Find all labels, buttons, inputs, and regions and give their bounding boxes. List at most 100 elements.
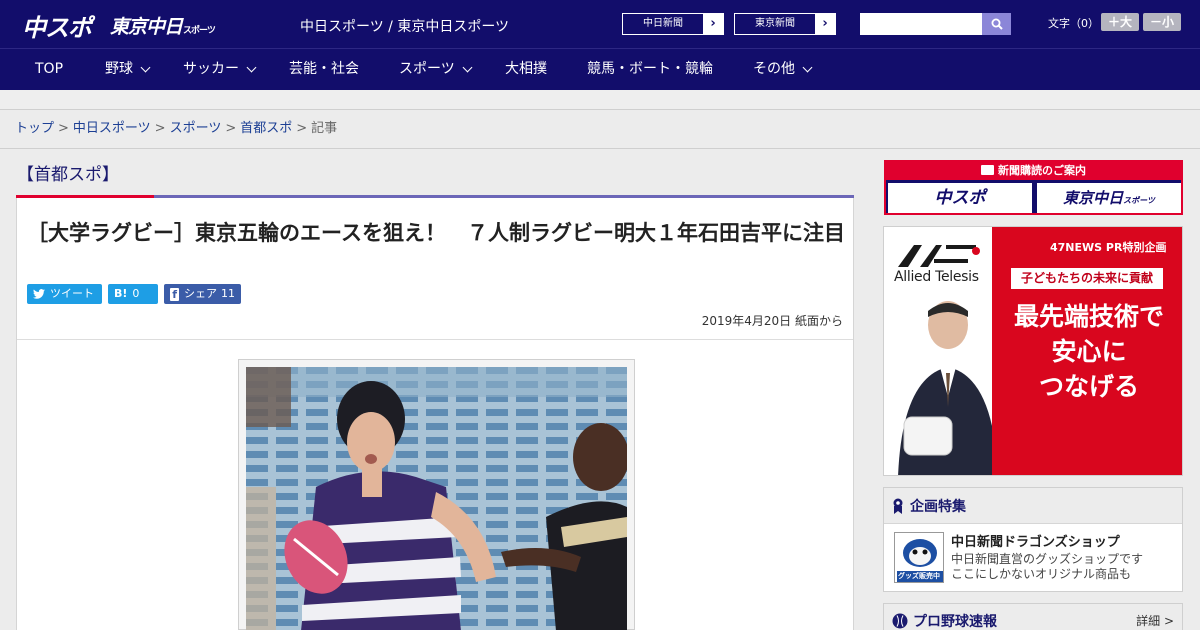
- site-header: 中スポ 東京中日スポーツ 中日スポーツ / 東京中日スポーツ 中日新聞 › 東京…: [0, 0, 1200, 48]
- dragons-shop-description-line: ここにしかないオリジナル商品も: [951, 567, 1132, 581]
- subscribe-tokyo-chunichi-suffix: スポーツ: [1123, 196, 1155, 205]
- nav-item-label: スポーツ: [399, 61, 455, 77]
- feature-box: 企画特集 グッズ販売中 中日新聞ドラゴンズショップ 中日新聞直営のグッズショップ…: [883, 487, 1183, 592]
- breadcrumb-sports[interactable]: スポーツ: [170, 121, 222, 136]
- search-icon: [991, 18, 1003, 30]
- subscribe-tokyo-chunichi-label: 東京中日: [1063, 189, 1124, 207]
- tokyo-chunichi-logo-suffix: スポーツ: [183, 26, 216, 36]
- ad-headline-line: つなげる: [1038, 372, 1139, 401]
- tweet-label: ツイート: [50, 287, 94, 300]
- nav-item-label: 芸能・社会: [289, 61, 359, 77]
- header-spacer: [0, 90, 1200, 110]
- breadcrumb-current: 記事: [311, 121, 338, 136]
- subscribe-tokyo-chunichi-button[interactable]: 東京中日スポーツ: [1037, 183, 1181, 213]
- article: ［大学ラグビー］東京五輪のエースを狙え！ ７人制ラグビー明大１年石田吉平に注目 …: [16, 198, 854, 630]
- hatena-count: 0: [132, 287, 140, 300]
- dragons-shop-description-line: 中日新聞直営のグッズショップです: [951, 552, 1144, 566]
- facebook-share-count: 11: [221, 287, 235, 300]
- nav-item-sports[interactable]: スポーツ: [399, 49, 473, 90]
- chevron-right-icon: ›: [815, 14, 835, 34]
- nav-item-sumo[interactable]: 大相撲: [505, 49, 547, 90]
- ad-headline: 最先端技術で 安心に つなげる: [996, 299, 1182, 404]
- nav-item-racing[interactable]: 競馬・ボート・競輪: [587, 49, 713, 90]
- tokyo-chunichi-logo[interactable]: 東京中日スポーツ: [110, 12, 216, 39]
- baseball-scores-detail-link[interactable]: 詳細 >: [1136, 612, 1174, 629]
- dragons-shop-title[interactable]: 中日新聞ドラゴンズショップ: [951, 531, 1120, 550]
- search-button[interactable]: [982, 13, 1011, 35]
- nav-item-label: 野球: [105, 61, 133, 77]
- ad-subheading: 子どもたちの未来に貢献: [1011, 268, 1163, 289]
- nav-item-label: その他: [753, 61, 795, 77]
- font-size-label: 文字（0）: [1048, 17, 1099, 30]
- subscription-heading: 新聞購読のご案内: [886, 162, 1181, 180]
- chevron-down-icon: [140, 62, 151, 73]
- chunichi-shimbun-label: 中日新聞: [643, 18, 683, 29]
- nav-item-label: 競馬・ボート・競輪: [587, 61, 713, 77]
- article-date: 2019年4月20日 紙面から: [701, 314, 843, 328]
- ad-headline-line: 最先端技術で: [1013, 302, 1164, 331]
- chevron-down-icon: [246, 62, 257, 73]
- article-photo[interactable]: [246, 367, 627, 630]
- subscribe-chuspo-button[interactable]: 中スポ: [888, 183, 1032, 213]
- baseball-scores-box: プロ野球速報 詳細 >: [883, 603, 1183, 630]
- dragons-shop-thumb-label: グッズ販売中: [898, 572, 940, 580]
- breadcrumb-separator: >: [154, 121, 166, 136]
- ad-left-panel: Allied Telesis: [884, 227, 992, 475]
- breadcrumb-separator: >: [225, 121, 237, 136]
- article-divider: [17, 339, 853, 340]
- breadcrumb-separator: >: [58, 121, 69, 136]
- facebook-share-label: シェア: [184, 287, 217, 300]
- site-name: 中日スポーツ / 東京中日スポーツ: [300, 19, 510, 35]
- tokyo-shimbun-link[interactable]: 東京新聞 ›: [734, 13, 836, 35]
- search-input[interactable]: [860, 13, 982, 35]
- breadcrumb-shuto-spo[interactable]: 首都スポ: [240, 121, 292, 136]
- chevron-right-icon: ›: [703, 14, 723, 34]
- baseball-icon: [892, 613, 908, 629]
- ad-headline-line: 安心に: [1051, 337, 1127, 366]
- nav-item-label: TOP: [35, 61, 64, 77]
- nav-item-baseball[interactable]: 野球: [105, 49, 151, 90]
- ad-person-image: [898, 301, 992, 475]
- dragons-shop-description: 中日新聞直営のグッズショップです ここにしかないオリジナル商品も: [951, 552, 1143, 582]
- nav-item-entertainment[interactable]: 芸能・社会: [289, 49, 359, 90]
- section-title: 【首都スポ】: [17, 165, 119, 185]
- breadcrumb-chunichi-sports[interactable]: 中日スポーツ: [73, 121, 151, 136]
- main-nav: TOP 野球 サッカー 芸能・社会 スポーツ 大相撲 競馬・ボート・競輪 その他: [0, 48, 1200, 90]
- facebook-icon: f: [170, 287, 179, 301]
- subscription-banner: 新聞購読のご案内 中スポ 東京中日スポーツ: [884, 160, 1183, 215]
- tokyo-shimbun-label: 東京新聞: [755, 18, 795, 29]
- breadcrumb-top[interactable]: トップ: [15, 121, 54, 136]
- breadcrumb-separator: >: [296, 121, 308, 136]
- twitter-icon: [33, 289, 45, 299]
- nav-item-top[interactable]: TOP: [35, 49, 63, 90]
- facebook-share-button[interactable]: f シェア 11: [164, 284, 241, 304]
- breadcrumb: トップ > 中日スポーツ > スポーツ > 首都スポ > 記事: [0, 111, 1200, 149]
- chevron-down-icon: [802, 62, 813, 73]
- nav-item-label: 大相撲: [505, 61, 547, 77]
- subscription-heading-text: 新聞購読のご案内: [998, 164, 1086, 177]
- tweet-button[interactable]: ツイート: [27, 284, 102, 304]
- baseball-scores-heading-text: プロ野球速報: [913, 614, 997, 630]
- chuspo-logo[interactable]: 中スポ: [22, 8, 92, 43]
- advertisement[interactable]: Allied Telesis 47NEWS PR特別企画 子どもたちの未来に貢献…: [883, 226, 1183, 476]
- rugby-player-photo: [246, 367, 627, 630]
- ribbon-icon: [893, 498, 903, 514]
- article-headline: ［大学ラグビー］東京五輪のエースを狙え！ ７人制ラグビー明大１年石田吉平に注目: [27, 221, 845, 245]
- ad-pr-label: 47NEWS PR特別企画: [1050, 241, 1167, 254]
- baseball-scores-heading: プロ野球速報: [892, 611, 997, 630]
- feature-heading: 企画特集: [884, 488, 1182, 524]
- chunichi-shimbun-link[interactable]: 中日新聞 ›: [622, 13, 724, 35]
- dragons-shop-thumbnail[interactable]: グッズ販売中: [894, 532, 944, 583]
- chevron-down-icon: [462, 62, 473, 73]
- font-larger-button[interactable]: ＋大: [1101, 13, 1139, 31]
- article-photo-frame: [238, 359, 635, 630]
- feature-heading-text: 企画特集: [910, 498, 966, 515]
- hatena-icon: B!: [114, 287, 128, 300]
- ad-brand: Allied Telesis: [894, 269, 979, 285]
- tokyo-chunichi-logo-text: 東京中日: [110, 16, 183, 38]
- font-smaller-button[interactable]: －小: [1143, 13, 1181, 31]
- newspaper-icon: [981, 165, 994, 175]
- nav-item-soccer[interactable]: サッカー: [183, 49, 257, 90]
- hatena-bookmark-button[interactable]: B! 0: [108, 284, 158, 304]
- nav-item-other[interactable]: その他: [753, 49, 813, 90]
